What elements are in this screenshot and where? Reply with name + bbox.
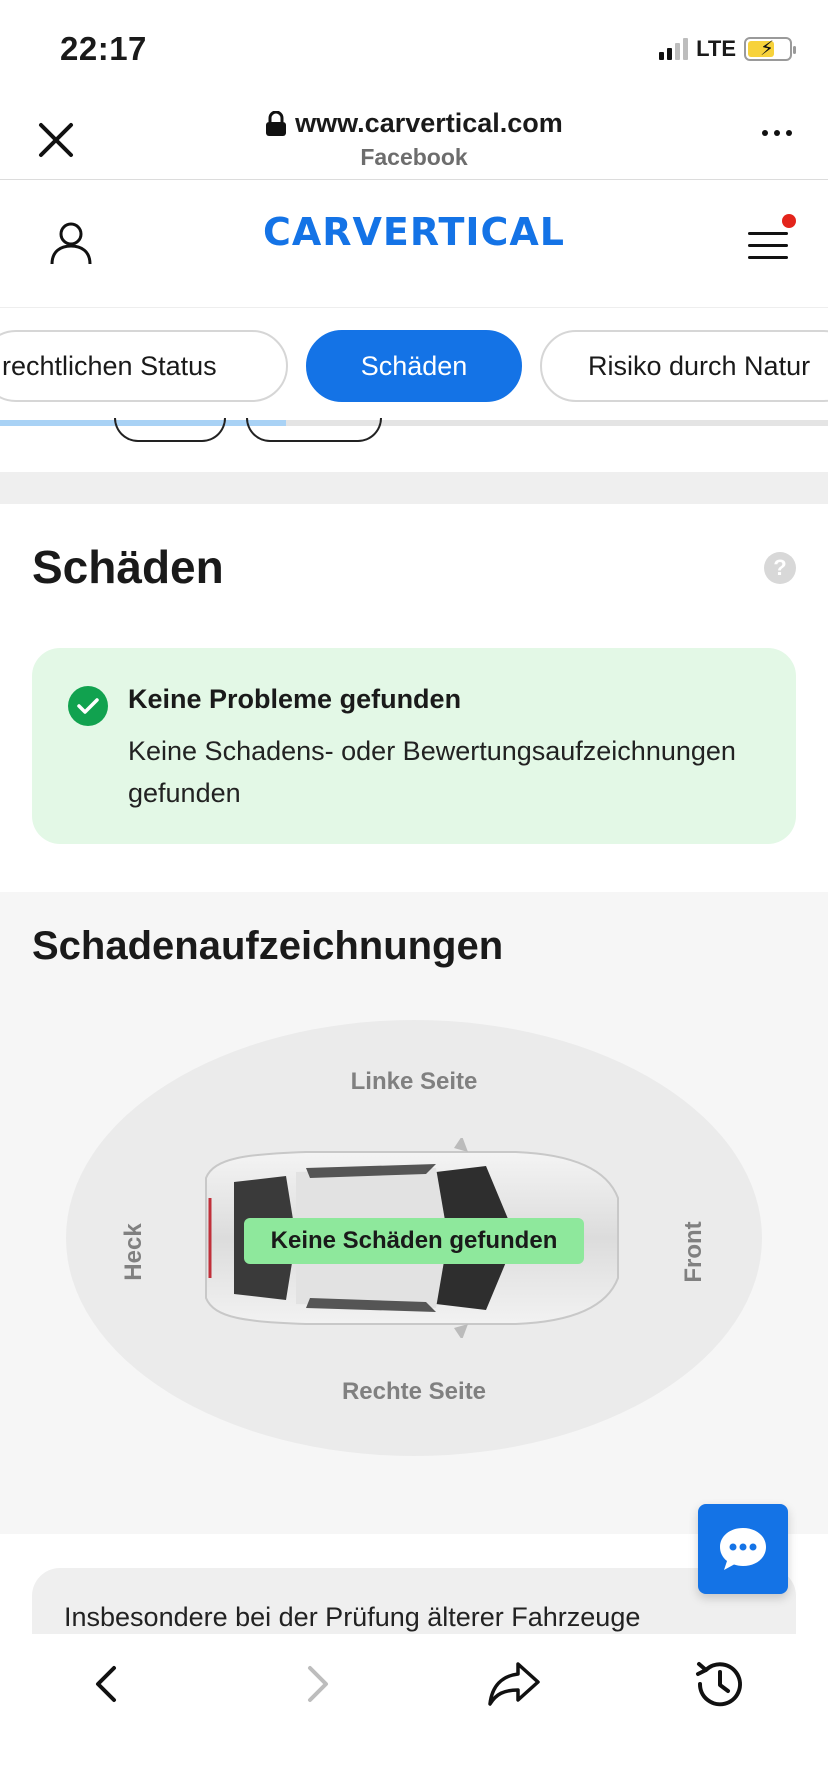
status-title: Keine Probleme gefunden — [128, 684, 462, 714]
section-tabs: rechtlichen Status Schäden Risiko durch … — [0, 308, 828, 428]
tab-rechtlichen-status[interactable]: rechtlichen Status — [0, 330, 288, 402]
front-label: Front — [680, 1221, 707, 1283]
history-button[interactable] — [690, 1654, 750, 1714]
check-circle-icon — [68, 686, 108, 726]
right-side-label: Rechte Seite — [341, 1378, 487, 1405]
share-button[interactable] — [484, 1654, 544, 1714]
more-options-button[interactable] — [762, 130, 792, 136]
status-bar: 22:17 LTE ⚡ — [0, 0, 828, 100]
signal-icon — [659, 38, 689, 60]
tab-schaeden[interactable]: Schäden — [306, 330, 522, 402]
brand-logo[interactable]: CARVERTICAL — [0, 210, 828, 254]
url-subtitle: Facebook — [360, 143, 468, 170]
address-bar[interactable]: www.carvertical.com Facebook — [0, 108, 828, 171]
damage-records-section: Schadenaufzeichnungen Linke Seite Rechte… — [0, 892, 828, 1534]
url-text: www.carvertical.com — [295, 108, 563, 138]
no-damage-badge: Keine Schäden gefunden — [244, 1218, 584, 1264]
page-title: Schäden — [32, 541, 224, 593]
browser-toolbar — [0, 1634, 828, 1792]
browser-bar: www.carvertical.com Facebook — [0, 100, 828, 180]
filter-chip[interactable] — [246, 418, 382, 442]
site-header: CARVERTICAL — [0, 180, 828, 308]
lock-icon — [266, 110, 287, 136]
status-text: Keine Schadens- oder Bewertungsaufzeichn… — [128, 736, 736, 808]
help-icon[interactable]: ? — [764, 552, 796, 584]
status-indicators: LTE ⚡ — [659, 36, 796, 62]
records-title: Schadenaufzeichnungen — [32, 924, 504, 968]
tab-label: rechtlichen Status — [2, 350, 217, 381]
section-divider — [0, 472, 828, 504]
back-button[interactable] — [78, 1654, 138, 1714]
info-text: Insbesondere bei der Prüfung älterer Fah… — [64, 1602, 641, 1632]
history-clock-icon — [696, 1662, 742, 1707]
chevron-left-icon — [96, 1666, 116, 1702]
forward-button[interactable] — [286, 1654, 346, 1714]
tab-label: Risiko durch Natur — [588, 350, 811, 381]
status-time: 22:17 — [60, 30, 147, 67]
status-card: Keine Probleme gefunden Keine Schadens- … — [32, 648, 796, 844]
tab-label: Schäden — [360, 350, 468, 381]
share-arrow-icon — [488, 1662, 540, 1706]
battery-icon: ⚡ — [744, 37, 796, 61]
filter-chip[interactable] — [114, 418, 226, 442]
network-label: LTE — [696, 36, 736, 61]
chevron-right-icon — [308, 1666, 328, 1702]
left-side-label: Linke Seite — [350, 1068, 478, 1095]
notification-dot — [782, 214, 796, 228]
rear-label: Heck — [120, 1223, 147, 1281]
tab-risiko-durch-natur[interactable]: Risiko durch Natur — [540, 330, 828, 402]
menu-button[interactable] — [746, 214, 796, 264]
chat-icon — [720, 1528, 766, 1570]
chat-button[interactable] — [698, 1504, 788, 1594]
